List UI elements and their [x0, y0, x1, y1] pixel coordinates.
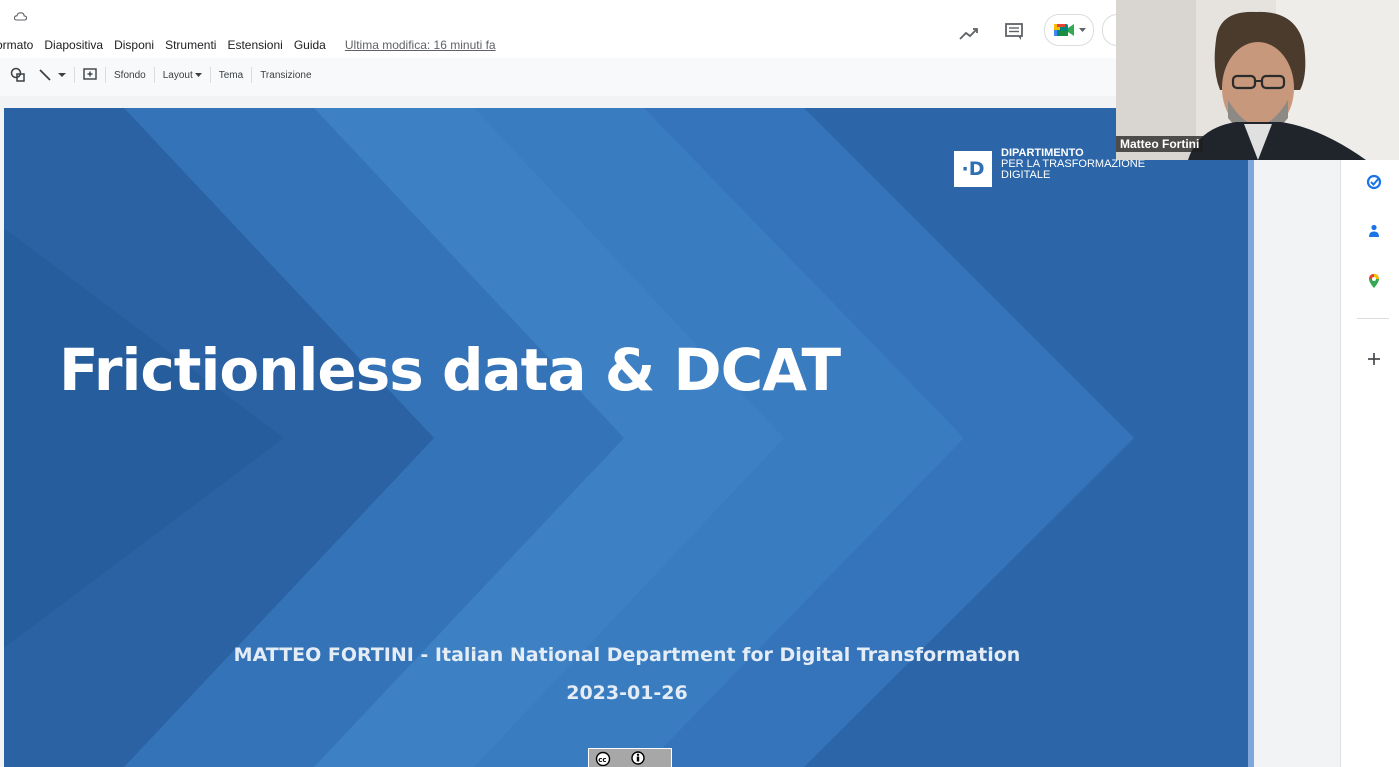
toolbar-divider	[251, 67, 253, 83]
activity-trend-icon[interactable]	[958, 20, 980, 48]
panel-divider	[1357, 318, 1389, 319]
side-panel	[1340, 96, 1399, 767]
tasks-icon[interactable]	[1366, 174, 1382, 190]
toolbar-divider	[209, 67, 211, 83]
cc-license-badge: cc	[588, 748, 672, 767]
slide-chevron-background	[4, 108, 1250, 767]
slide-date: 2023-01-26	[566, 682, 688, 704]
present-button-edge[interactable]	[1102, 14, 1117, 46]
menu-bar: ormato Diapositiva Disponi Strumenti Est…	[0, 36, 496, 54]
shape-icon[interactable]	[10, 67, 26, 83]
layout-label: Layout	[162, 69, 193, 81]
layout-button[interactable]: Layout	[163, 70, 202, 81]
menu-help[interactable]: Guida	[294, 38, 326, 52]
meet-button[interactable]	[1044, 14, 1094, 46]
last-edit-link[interactable]: Ultima modifica: 16 minuti fa	[345, 38, 496, 52]
menu-tools[interactable]: Strumenti	[165, 38, 216, 52]
chevron-down-icon	[194, 72, 202, 77]
google-meet-icon	[1054, 24, 1074, 36]
menu-extensions[interactable]: Estensioni	[227, 38, 282, 52]
participant-name-label: Matteo Fortini	[1116, 136, 1204, 152]
svg-text:cc: cc	[598, 756, 606, 764]
transition-button[interactable]: Transizione	[260, 70, 311, 81]
add-comment-icon[interactable]	[83, 68, 97, 82]
menu-format[interactable]: ormato	[0, 38, 33, 52]
maps-icon[interactable]	[1366, 273, 1382, 289]
cc-by-icon: cc	[595, 751, 645, 766]
contacts-icon[interactable]	[1366, 223, 1382, 239]
theme-button[interactable]: Tema	[219, 70, 243, 81]
slide-author: MATTEO FORTINI - Italian National Depart…	[233, 644, 1021, 666]
slide-edge	[1248, 108, 1254, 767]
menu-arrange[interactable]: Disponi	[114, 38, 154, 52]
line-dropdown-icon[interactable]	[58, 72, 66, 78]
comments-icon[interactable]	[1004, 18, 1024, 46]
logo-line-3: DIGITALE	[1001, 169, 1051, 181]
department-logo-mark: ·D	[954, 151, 992, 187]
toolbar-divider	[153, 67, 155, 83]
title-edge	[0, 12, 2, 24]
slide[interactable]: ·D DIPARTIMENTO PER LA TRASFORMAZIONE DI…	[4, 108, 1250, 767]
chevron-down-icon	[1079, 28, 1086, 32]
line-icon[interactable]	[38, 68, 52, 82]
slide-title: Frictionless data & DCAT	[59, 336, 841, 404]
toolbar: Sfondo Layout Tema Transizione	[0, 62, 1120, 88]
toolbar-divider	[105, 67, 106, 83]
add-icon[interactable]	[1366, 351, 1382, 367]
toolbar-divider	[74, 67, 75, 83]
background-button[interactable]: Sfondo	[114, 70, 146, 81]
cloud-saved-icon[interactable]	[14, 12, 27, 21]
menu-slide[interactable]: Diapositiva	[44, 38, 103, 52]
